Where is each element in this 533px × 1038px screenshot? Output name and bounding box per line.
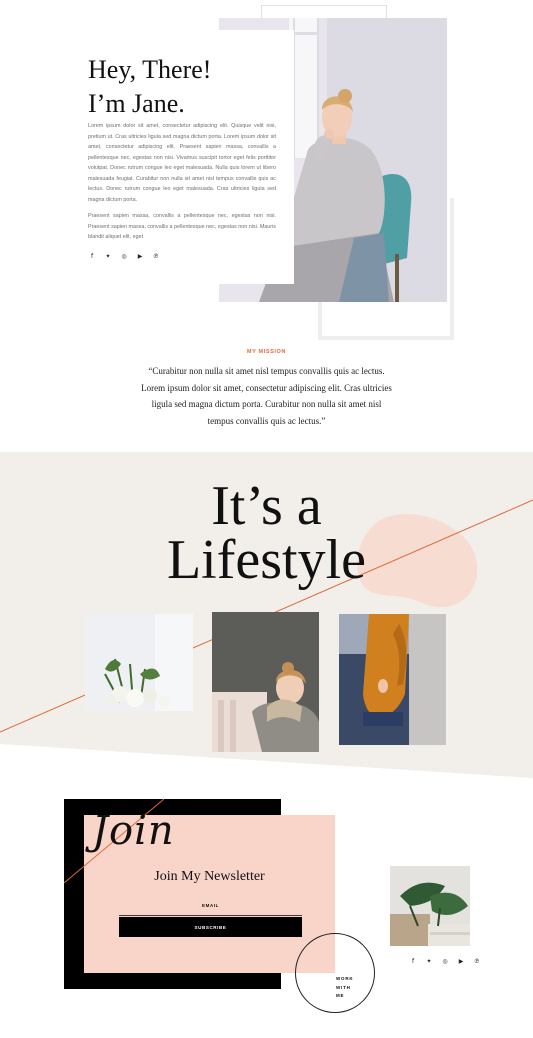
twitter-icon[interactable]: ✦: [425, 958, 433, 966]
instagram-icon[interactable]: ◎: [120, 253, 128, 261]
footer-social-links: f ✦ ◎ ▶ ℗: [409, 958, 481, 966]
lifestyle-photo-flowers: [85, 614, 193, 711]
hero-paragraph-1: Lorem ipsum dolor sit amet, consectetur …: [88, 123, 276, 203]
mission-kicker: MY MISSION: [247, 349, 286, 355]
woman-illustration: [212, 612, 319, 752]
work-with-me-label[interactable]: WORK WITH ME: [336, 975, 356, 1001]
facebook-icon[interactable]: f: [409, 958, 417, 966]
facebook-icon[interactable]: f: [88, 253, 96, 261]
pinterest-icon[interactable]: ℗: [152, 253, 160, 261]
email-label: EMAIL: [202, 903, 219, 908]
work-with-me-line2: WITH: [336, 984, 351, 990]
hero-frame-top: [261, 5, 387, 19]
hero-title: Hey, There! I’m Jane.: [88, 53, 288, 121]
lifestyle-photo-woman: [212, 612, 319, 752]
mission-quote: “Curabitur non nulla sit amet nisl tempu…: [141, 366, 392, 426]
hero-title-line2: I’m Jane.: [88, 89, 185, 118]
hero-paragraph-2: Praesent sapien massa, convallis a pelle…: [88, 213, 276, 240]
sweater-illustration: [339, 614, 446, 745]
pinterest-icon[interactable]: ℗: [473, 958, 481, 966]
work-with-me-circle[interactable]: [295, 933, 375, 1013]
plant-illustration: [390, 866, 470, 946]
instagram-icon[interactable]: ◎: [441, 958, 449, 966]
twitter-icon[interactable]: ✦: [104, 253, 112, 261]
youtube-icon[interactable]: ▶: [457, 958, 465, 966]
lifestyle-photo-sweater: [339, 614, 446, 745]
subscribe-button[interactable]: SUBSCRIBE: [119, 917, 302, 937]
email-field[interactable]: [119, 912, 302, 916]
work-with-me-line3: ME: [336, 993, 345, 998]
lifestyle-heading-line2: Lifestyle: [166, 529, 367, 591]
youtube-icon[interactable]: ▶: [136, 253, 144, 261]
hero-title-line1: Hey, There!: [88, 55, 212, 84]
newsletter-title: Join My Newsletter: [154, 869, 265, 884]
join-script-heading: Join: [92, 808, 175, 854]
flowers-illustration: [85, 614, 193, 711]
work-with-me-line1: WORK: [336, 976, 354, 981]
hero-social-links: f ✦ ◎ ▶ ℗: [88, 253, 160, 261]
plant-photo: [390, 866, 470, 946]
lifestyle-heading-line1: It’s a: [211, 475, 322, 537]
